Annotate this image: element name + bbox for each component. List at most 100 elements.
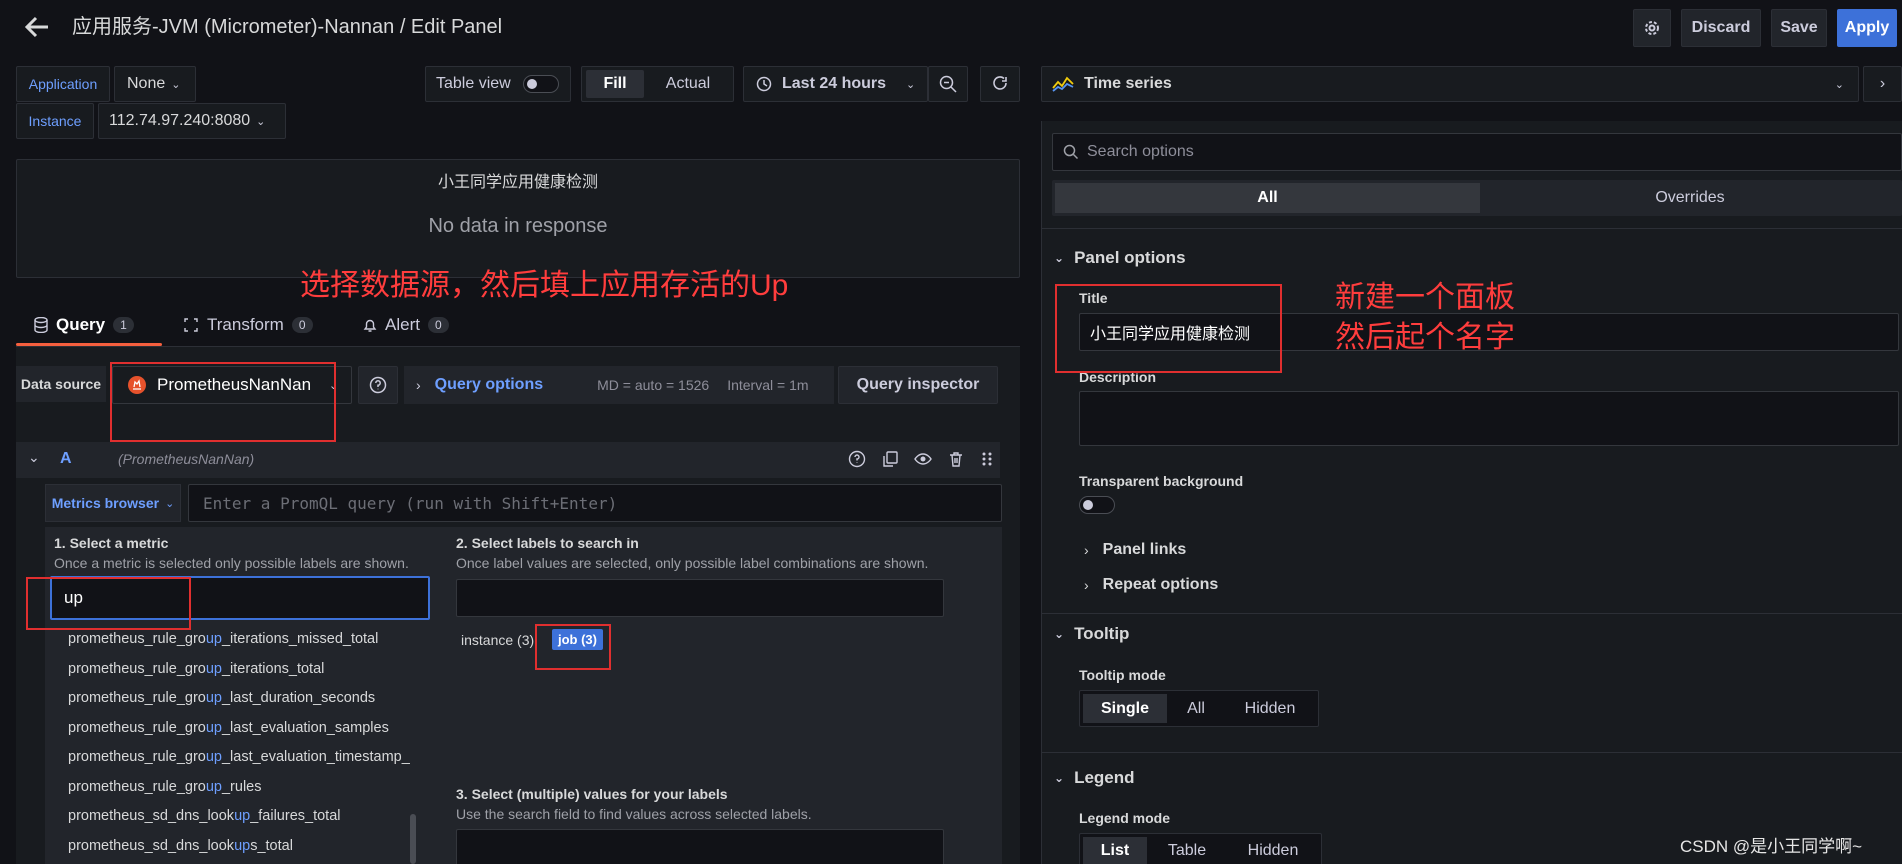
zoom-out-button[interactable] <box>928 66 968 102</box>
save-button[interactable]: Save <box>1771 9 1827 47</box>
annotation-left: 选择数据源，然后填上应用存活的Up <box>300 269 789 302</box>
bell-icon <box>363 319 377 332</box>
chevron-down-icon: ⌄ <box>1054 251 1065 265</box>
list-item[interactable]: prometheus_sd_dns_lookups_total <box>68 832 410 862</box>
panel-links-section[interactable]: › Panel links <box>1084 541 1186 559</box>
instance-variable-select[interactable]: 112.74.97.240:8080 ⌄ <box>98 103 286 139</box>
application-variable-label: Application <box>16 66 110 102</box>
help-button[interactable] <box>358 366 398 404</box>
tab-query[interactable]: Query 1 <box>34 305 134 345</box>
legend-section[interactable]: ⌄ Legend <box>1054 768 1135 788</box>
copy-icon[interactable] <box>881 450 899 468</box>
search-options-input[interactable]: Search options <box>1052 133 1902 171</box>
tooltip-mode-all[interactable]: All <box>1170 694 1222 723</box>
chevron-right-icon: › <box>416 377 421 393</box>
chevron-down-icon: ⌄ <box>1834 78 1844 91</box>
select-values-desc: Use the search field to find values acro… <box>456 806 812 822</box>
transform-icon <box>184 318 198 332</box>
options-divider <box>1041 613 1902 614</box>
legend-mode-table[interactable]: Table <box>1150 837 1224 864</box>
watermark: CSDN @是小王同学啊~ <box>1680 837 1863 856</box>
settings-button[interactable] <box>1633 9 1671 47</box>
tab-overrides[interactable]: Overrides <box>1480 183 1900 213</box>
time-range-picker[interactable]: Last 24 hours ⌄ <box>743 66 928 102</box>
apply-button[interactable]: Apply <box>1837 9 1897 47</box>
query-row-actions <box>848 450 994 468</box>
options-divider <box>1041 228 1902 229</box>
gear-icon <box>1645 21 1659 35</box>
instance-variable-label: Instance <box>16 103 94 139</box>
drag-handle-icon[interactable] <box>980 450 994 468</box>
repeat-options-section[interactable]: › Repeat options <box>1084 576 1218 594</box>
clock-icon <box>756 76 772 92</box>
transparent-toggle[interactable] <box>1079 496 1115 514</box>
options-divider <box>1041 752 1902 753</box>
collapse-chevron-icon[interactable]: ⌄ <box>28 449 40 466</box>
tooltip-mode-hidden[interactable]: Hidden <box>1225 694 1315 723</box>
collapse-options-button[interactable]: › <box>1863 66 1902 102</box>
value-search-input[interactable] <box>456 829 944 864</box>
data-source-label: Data source <box>16 366 106 402</box>
visualization-picker[interactable]: Time series ⌄ <box>1041 66 1859 102</box>
metrics-browser-button[interactable]: Metrics browser ⌄ <box>45 484 181 522</box>
tooltip-mode-label: Tooltip mode <box>1079 667 1166 683</box>
eye-icon[interactable] <box>914 450 932 468</box>
trash-icon[interactable] <box>947 450 965 468</box>
select-labels-desc: Once label values are selected, only pos… <box>456 555 929 571</box>
list-item[interactable]: prometheus_rule_group_iterations_total <box>68 655 410 685</box>
tab-alert[interactable]: Alert 0 <box>363 305 449 345</box>
chevron-down-icon: ⌄ <box>256 115 266 128</box>
application-variable-select[interactable]: None ⌄ <box>114 66 196 102</box>
actual-option[interactable]: Actual <box>648 70 728 98</box>
zoom-out-icon <box>939 75 957 93</box>
chevron-right-icon: › <box>1084 542 1089 558</box>
table-view-toggle[interactable]: Table view <box>425 66 571 102</box>
legend-mode-label: Legend mode <box>1079 810 1171 826</box>
annotation-box-title <box>1055 284 1282 373</box>
annotation-right-line1: 新建一个面板 <box>1335 281 1515 314</box>
select-metric-desc: Once a metric is selected only possible … <box>54 555 409 571</box>
query-options-bar[interactable]: › Query options MD = auto = 1526 Interva… <box>404 366 834 404</box>
time-series-icon <box>1052 76 1074 92</box>
no-data-message: No data in response <box>428 215 608 237</box>
metric-list: prometheus_rule_group_iterations_missed_… <box>68 625 410 864</box>
promql-query-input[interactable]: Enter a PromQL query (run with Shift+Ent… <box>188 484 1002 522</box>
panel-options-section[interactable]: ⌄ Panel options <box>1054 248 1186 268</box>
list-item[interactable]: prometheus_rule_group_rules <box>68 773 410 803</box>
discard-button[interactable]: Discard <box>1681 9 1761 47</box>
tab-transform[interactable]: Transform 0 <box>183 305 313 345</box>
database-icon <box>34 317 48 333</box>
fill-option[interactable]: Fill <box>586 70 644 98</box>
chevron-down-icon: ⌄ <box>906 78 916 91</box>
list-item[interactable]: prometheus_rule_group_last_duration_seco… <box>68 684 410 714</box>
legend-mode-hidden[interactable]: Hidden <box>1228 837 1318 864</box>
list-item[interactable]: prometheus_sd_dns_lookup_failures_total <box>68 802 410 832</box>
list-item[interactable]: prometheus_rule_group_last_evaluation_sa… <box>68 714 410 744</box>
chevron-down-icon: ⌄ <box>165 497 175 510</box>
select-labels-title: 2. Select labels to search in <box>456 535 639 551</box>
search-icon <box>1063 144 1079 160</box>
transparent-label: Transparent background <box>1079 473 1244 489</box>
query-inspector-button[interactable]: Query inspector <box>838 366 998 404</box>
chevron-right-icon: › <box>1879 75 1886 92</box>
back-arrow-icon[interactable] <box>24 14 50 40</box>
page-title: 应用服务-JVM (Micrometer)-Nannan / Edit Pane… <box>72 16 503 38</box>
refresh-button[interactable] <box>980 66 1020 102</box>
chevron-down-icon: ⌄ <box>1054 771 1065 785</box>
metric-list-scrollbar[interactable] <box>410 814 416 864</box>
chevron-down-icon: ⌄ <box>171 78 181 91</box>
tooltip-mode-single[interactable]: Single <box>1083 694 1167 723</box>
list-item[interactable]: prometheus_rule_group_last_evaluation_ti… <box>68 743 410 773</box>
select-values-title: 3. Select (multiple) values for your lab… <box>456 786 728 802</box>
toggle-switch[interactable] <box>522 75 559 93</box>
refresh-icon <box>993 76 1007 90</box>
help-icon[interactable] <box>848 450 866 468</box>
annotation-box-datasource <box>110 362 336 442</box>
legend-mode-list[interactable]: List <box>1083 837 1147 864</box>
chevron-right-icon: › <box>1084 577 1089 593</box>
tooltip-section[interactable]: ⌄ Tooltip <box>1054 624 1129 644</box>
tab-all[interactable]: All <box>1055 183 1480 213</box>
label-instance[interactable]: instance (3) <box>461 632 534 648</box>
description-textarea[interactable] <box>1079 391 1899 446</box>
label-search-input[interactable] <box>456 579 944 617</box>
